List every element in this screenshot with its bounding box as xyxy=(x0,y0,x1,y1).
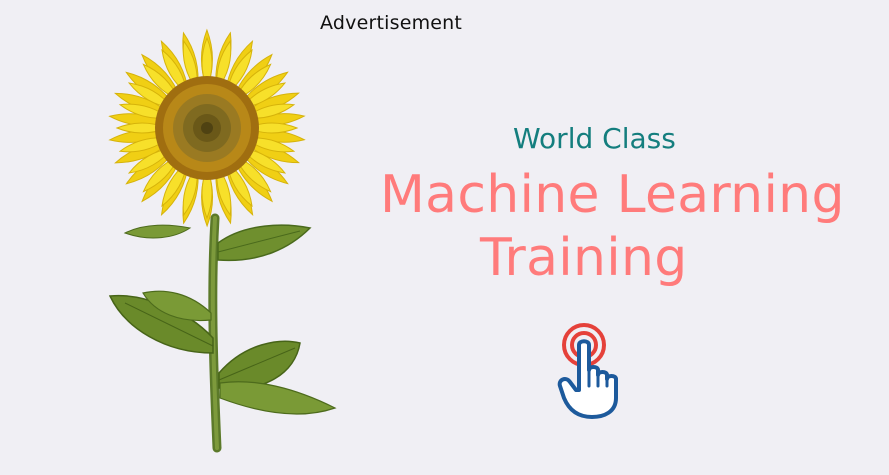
tap-hand-icon[interactable] xyxy=(554,320,624,420)
tagline: World Class xyxy=(513,122,676,155)
headline-line-2: Training xyxy=(480,228,688,288)
sunflower-image xyxy=(108,28,337,453)
headline-line-1: Machine Learning xyxy=(380,165,845,225)
